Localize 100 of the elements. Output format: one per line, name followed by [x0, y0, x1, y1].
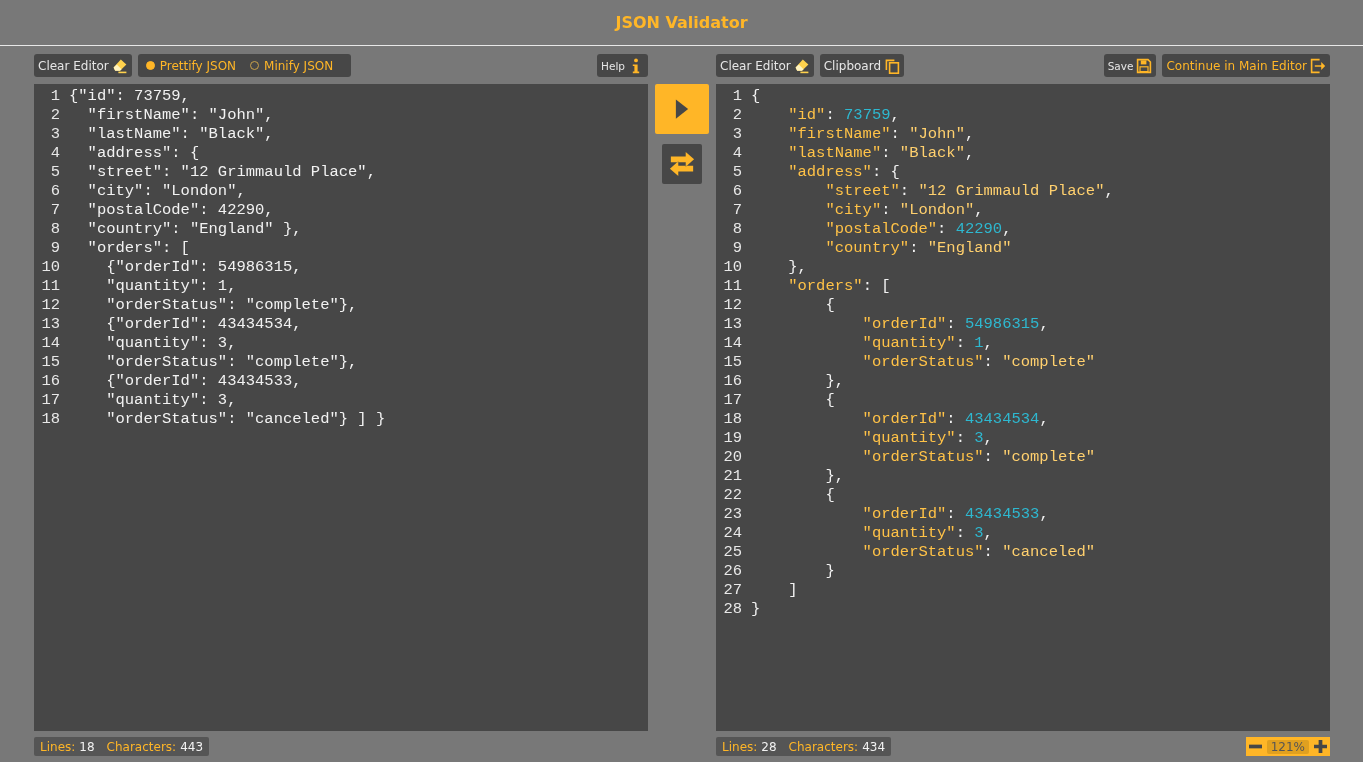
zoom-level: 121%: [1266, 739, 1309, 754]
code-line: "postalCode": 42290,: [86, 201, 275, 220]
line-number: 21: [723, 467, 742, 486]
code-line: "address": {: [787, 163, 901, 182]
lines-label: Lines:: [40, 739, 76, 754]
code-line: {"orderId": 54986315,: [105, 258, 303, 277]
format-radio[interactable]: Minify JSON: [250, 58, 334, 73]
line-number: 9: [732, 239, 742, 258]
line-number: 3: [50, 125, 60, 144]
code-line: "orderStatus": "complete": [861, 353, 1097, 372]
code-line: "country": "England": [824, 239, 1013, 258]
line-number: 14: [723, 334, 742, 353]
line-number: 11: [41, 277, 60, 296]
line-number: 14: [41, 334, 60, 353]
code-line: "orderId": 54986315,: [861, 315, 1050, 334]
code-line: },: [824, 467, 845, 486]
line-number: 5: [732, 163, 742, 182]
line-number: 18: [41, 410, 60, 429]
line-number: 3: [732, 125, 742, 144]
line-number: 19: [723, 429, 742, 448]
help-button[interactable]: Help: [597, 54, 648, 77]
code-line: "orderStatus": "canceled": [861, 543, 1097, 562]
code-line: "country": "England" },: [86, 220, 303, 239]
code-line: "city": "London",: [86, 182, 247, 201]
lines-label: Lines:: [722, 739, 758, 754]
code-line: "id": 73759,: [787, 106, 901, 125]
input-editor[interactable]: [34, 84, 648, 731]
line-number: 20: [723, 448, 742, 467]
copy-icon: [884, 57, 901, 74]
code-line: "orderStatus": "complete"},: [105, 296, 359, 315]
code-line: {: [751, 87, 762, 106]
code-line: }: [751, 600, 762, 619]
code-line: "street": "12 Grimmauld Place",: [86, 163, 377, 182]
swap-button[interactable]: [662, 144, 702, 184]
export-icon: [1310, 57, 1326, 74]
line-number: 1: [50, 87, 60, 106]
code-line: "orderStatus": "complete": [861, 448, 1097, 467]
line-number: 16: [41, 372, 60, 391]
code-line: "orders": [: [86, 239, 191, 258]
code-line: "orderId": 43434533,: [861, 505, 1050, 524]
code-line: {: [824, 391, 836, 410]
characters-label: Characters:: [106, 739, 177, 754]
continue-in-main-editor-button[interactable]: Continue in Main Editor: [1162, 54, 1330, 77]
code-line: "quantity": 3,: [105, 391, 238, 410]
code-line: {"orderId": 43434533,: [105, 372, 303, 391]
code-line: "firstName": "John",: [787, 125, 976, 144]
code-line: }: [824, 562, 836, 581]
line-number: 22: [723, 486, 742, 505]
code-line: "address": {: [86, 144, 201, 163]
clear-editor-button[interactable]: Clear Editor: [34, 54, 132, 77]
line-number: 27: [723, 581, 742, 600]
line-number: 17: [723, 391, 742, 410]
line-number: 18: [723, 410, 742, 429]
line-number: 12: [723, 296, 742, 315]
line-number: 11: [723, 277, 742, 296]
line-number: 1: [732, 87, 742, 106]
characters-label: Characters:: [788, 739, 859, 754]
code-line: "street": "12 Grimmauld Place",: [824, 182, 1114, 201]
code-line: {: [824, 486, 836, 505]
line-number: 5: [50, 163, 60, 182]
code-line: },: [787, 258, 808, 277]
code-line: "city": "London",: [824, 201, 985, 220]
code-line: "firstName": "John",: [86, 106, 275, 125]
play-icon: [675, 98, 689, 120]
line-number: 6: [732, 182, 742, 201]
lines-count: 28: [761, 739, 777, 754]
line-number: 26: [723, 562, 742, 581]
line-number: 15: [41, 353, 60, 372]
swap-arrows-icon: [669, 151, 695, 177]
line-number: 15: [723, 353, 742, 372]
zoom-in-icon[interactable]: [1314, 740, 1327, 753]
code-line: {"orderId": 43434534,: [105, 315, 303, 334]
line-number: 13: [723, 315, 742, 334]
line-number: 23: [723, 505, 742, 524]
clipboard-button[interactable]: Clipboard: [819, 54, 905, 77]
eraser-icon: [111, 57, 128, 74]
save-button[interactable]: Save: [1103, 54, 1157, 77]
clear-editor-button[interactable]: Clear Editor: [716, 54, 814, 77]
line-number: 16: [723, 372, 742, 391]
line-number: 12: [41, 296, 60, 315]
code-line: "quantity": 3,: [861, 524, 994, 543]
code-line: {: [824, 296, 836, 315]
code-line: "lastName": "Black",: [787, 144, 976, 163]
code-line: "orderId": 43434534,: [861, 410, 1050, 429]
characters-count: 434: [862, 739, 886, 754]
line-number: 4: [732, 144, 742, 163]
code-line: "quantity": 1,: [861, 334, 994, 353]
output-editor[interactable]: [716, 84, 1330, 731]
line-number: 2: [50, 106, 60, 125]
code-line: },: [824, 372, 845, 391]
line-number: 7: [50, 201, 60, 220]
validate-button[interactable]: [655, 84, 709, 134]
code-line: "orders": [: [787, 277, 892, 296]
eraser-icon: [793, 57, 810, 74]
lines-count: 18: [79, 739, 95, 754]
code-line: "quantity": 1,: [105, 277, 238, 296]
code-line: "orderStatus": "canceled"} ] }: [105, 410, 386, 429]
format-radio[interactable]: Prettify JSON: [145, 58, 237, 73]
line-number: 25: [723, 543, 742, 562]
code-line: "postalCode": 42290,: [824, 220, 1013, 239]
